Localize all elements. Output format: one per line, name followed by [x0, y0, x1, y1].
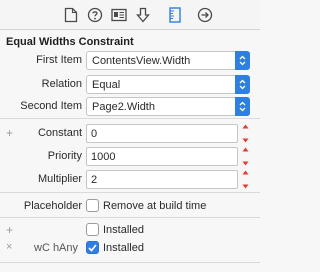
installed-checkbox[interactable]: Installed — [86, 223, 144, 236]
attributes-inspector-icon[interactable] — [134, 6, 152, 24]
quick-help-icon[interactable] — [86, 6, 104, 24]
divider — [0, 118, 260, 119]
multiplier-label: Multiplier — [37, 173, 82, 185]
multiplier-stepper[interactable] — [241, 170, 250, 189]
stepper-up-icon — [242, 147, 249, 152]
file-inspector-icon[interactable] — [62, 6, 80, 24]
multiplier-value: 2 — [91, 174, 98, 186]
second-item-popup[interactable]: Page2.Width — [86, 97, 250, 116]
priority-field[interactable]: 1000 — [86, 147, 238, 166]
section-title: Equal Widths Constraint — [6, 36, 134, 48]
priority-value: 1000 — [91, 151, 116, 163]
first-item-label: First Item — [36, 54, 82, 66]
priority-stepper[interactable] — [241, 147, 250, 166]
constant-row: + Constant 0 — [0, 123, 260, 143]
first-item-row: First Item ContentsView.Width — [0, 50, 260, 70]
installed-sizeclass-label: Installed — [103, 241, 144, 254]
size-inspector-icon[interactable] — [166, 6, 184, 24]
priority-label: Priority — [47, 150, 82, 162]
second-item-label: Second Item — [20, 100, 82, 112]
inspector-toolbar — [0, 0, 260, 30]
stepper-down-icon — [242, 161, 249, 166]
relation-label: Relation — [41, 78, 82, 90]
divider — [0, 262, 260, 263]
add-variation-icon[interactable]: + — [6, 223, 13, 237]
checkbox-unchecked[interactable] — [86, 199, 99, 212]
remove-at-build-time-label: Remove at build time — [103, 199, 207, 212]
relation-row: Relation Equal — [0, 74, 260, 94]
second-item-value: Page2.Width — [92, 101, 155, 113]
constant-stepper[interactable] — [241, 124, 250, 143]
multiplier-row: Multiplier 2 — [0, 169, 260, 189]
constant-value: 0 — [91, 128, 98, 140]
checkbox-checked[interactable] — [86, 241, 99, 254]
add-variation-icon[interactable]: + — [6, 126, 13, 140]
size-class-label: wC hAny — [34, 242, 79, 254]
stepper-down-icon — [242, 184, 249, 189]
stepper-up-icon — [242, 124, 249, 129]
priority-row: Priority 1000 — [0, 146, 260, 166]
first-item-popup[interactable]: ContentsView.Width — [86, 51, 250, 70]
identity-inspector-icon[interactable] — [110, 6, 128, 24]
installed-row: + Installed — [0, 220, 260, 240]
installed-sizeclass-checkbox[interactable]: Installed — [86, 241, 144, 254]
placeholder-row: Placeholder Remove at build time — [0, 196, 260, 216]
chevron-updown-icon — [235, 97, 250, 116]
relation-value: Equal — [92, 79, 121, 91]
installed-sizeclass-row: × wC hAny Installed — [0, 238, 260, 258]
constant-label: Constant — [37, 127, 82, 139]
second-item-row: Second Item Page2.Width — [0, 96, 260, 116]
first-item-value: ContentsView.Width — [92, 55, 191, 67]
divider — [0, 192, 260, 193]
multiplier-field[interactable]: 2 — [86, 170, 238, 189]
stepper-up-icon — [242, 170, 249, 175]
remove-at-build-time-checkbox[interactable]: Remove at build time — [86, 199, 206, 212]
relation-popup[interactable]: Equal — [86, 75, 250, 94]
placeholder-label: Placeholder — [23, 200, 82, 212]
checkbox-unchecked[interactable] — [86, 223, 99, 236]
connections-inspector-icon[interactable] — [196, 6, 214, 24]
divider — [0, 217, 260, 218]
checkmark-icon — [88, 243, 97, 252]
remove-variation-icon[interactable]: × — [6, 241, 12, 253]
constant-field[interactable]: 0 — [86, 124, 238, 143]
installed-label: Installed — [103, 223, 144, 236]
stepper-down-icon — [242, 138, 249, 143]
chevron-updown-icon — [235, 75, 250, 94]
chevron-updown-icon — [235, 51, 250, 70]
